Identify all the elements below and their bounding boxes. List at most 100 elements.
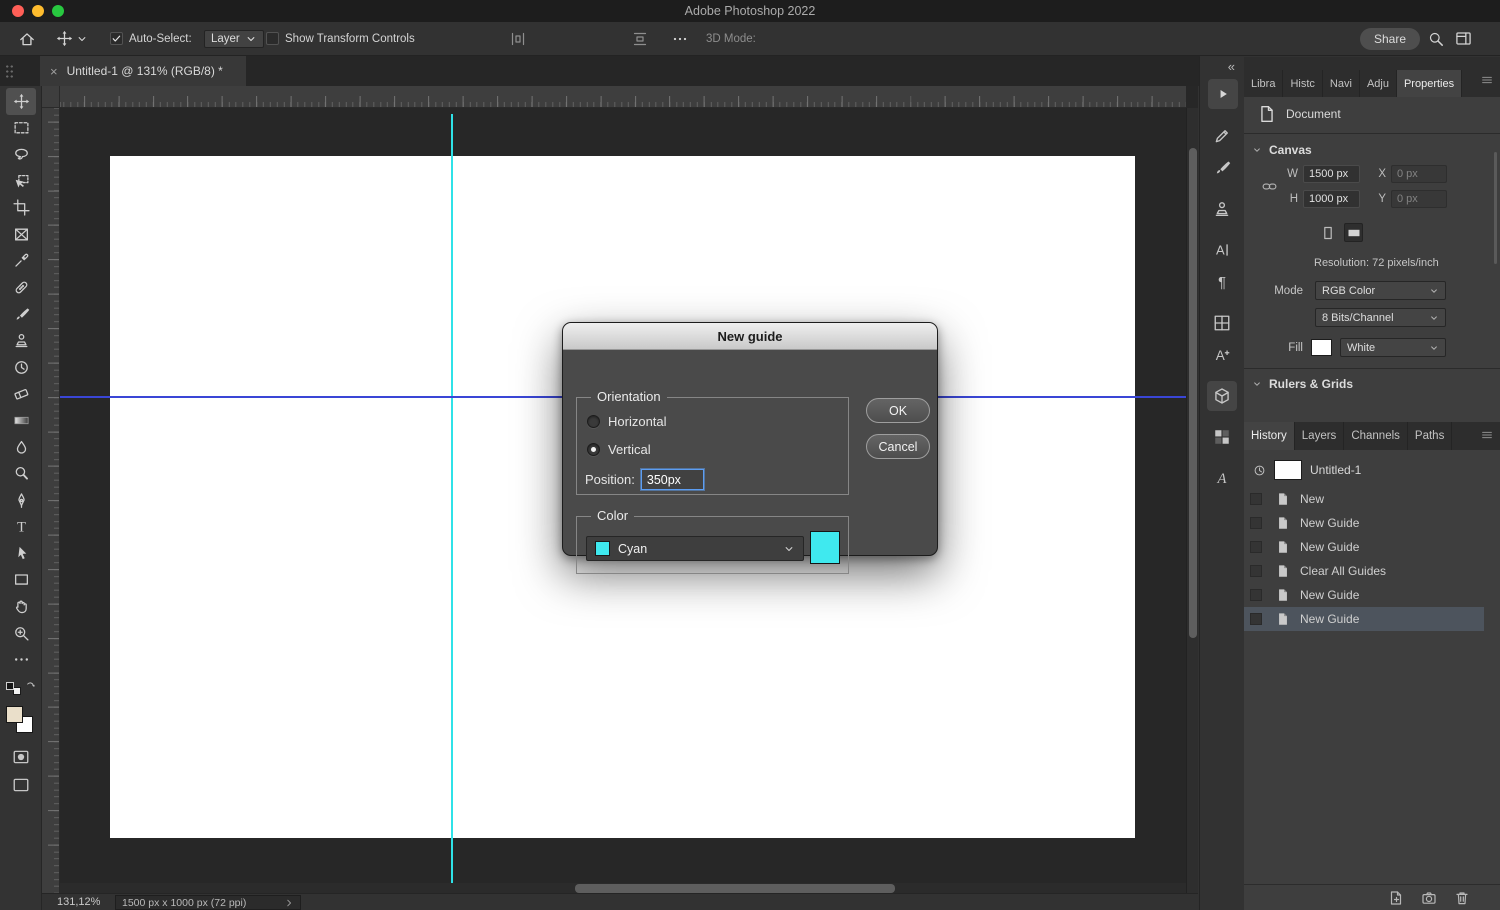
home-icon[interactable] xyxy=(18,30,36,48)
edit-toolbar-button[interactable] xyxy=(6,646,36,673)
link-dimensions-icon[interactable] xyxy=(1262,179,1277,194)
delete-state-icon[interactable] xyxy=(1454,890,1470,906)
brush-settings-panel-icon[interactable] xyxy=(1207,121,1237,151)
panel-menu-icon[interactable] xyxy=(1480,428,1494,442)
history-source-well[interactable] xyxy=(1250,613,1262,625)
paragraph-panel-icon[interactable]: ¶ xyxy=(1207,267,1237,297)
history-state[interactable]: New Guide xyxy=(1244,511,1484,535)
more-options-icon[interactable] xyxy=(672,31,688,47)
show-transform-checkbox[interactable]: Show Transform Controls xyxy=(266,22,415,55)
distribute-vertical-icon[interactable] xyxy=(632,31,648,47)
rectangle-tool[interactable] xyxy=(6,567,36,594)
workspace-switcher-icon[interactable] xyxy=(1455,30,1472,47)
align-top-edges-icon[interactable] xyxy=(546,31,562,47)
lasso-tool[interactable] xyxy=(6,141,36,168)
orientation-vertical-option[interactable]: Vertical xyxy=(587,442,651,457)
horizontal-scrollbar-thumb[interactable] xyxy=(575,884,895,893)
orientation-horizontal-option[interactable]: Horizontal xyxy=(587,414,667,429)
cancel-button[interactable]: Cancel xyxy=(866,434,930,459)
fill-dropdown[interactable]: White xyxy=(1340,338,1446,357)
character-panel-icon[interactable]: A xyxy=(1207,235,1237,265)
history-state[interactable]: New Guide xyxy=(1244,607,1484,631)
vertical-scrollbar[interactable] xyxy=(1186,108,1198,893)
screen-mode-icon[interactable] xyxy=(12,776,30,794)
history-source-well[interactable] xyxy=(1250,541,1262,553)
horizontal-ruler[interactable] xyxy=(60,86,1186,108)
document-info-box[interactable]: 1500 px x 1000 px (72 ppi) xyxy=(115,895,301,910)
vertical-scrollbar-thumb[interactable] xyxy=(1189,148,1197,638)
canvas-section-header[interactable]: Canvas xyxy=(1252,143,1312,157)
panel-menu-icon[interactable] xyxy=(1480,73,1494,87)
history-brush-tool[interactable] xyxy=(6,354,36,381)
properties-scrollbar-thumb[interactable] xyxy=(1494,152,1497,264)
pen-tool[interactable] xyxy=(6,487,36,514)
zoom-window-button[interactable] xyxy=(52,5,64,17)
height-field[interactable]: 1000 px xyxy=(1303,190,1360,208)
ok-button[interactable]: OK xyxy=(866,398,930,423)
collapse-panels-icon[interactable]: « xyxy=(1228,59,1235,74)
history-state[interactable]: New Guide xyxy=(1244,583,1484,607)
new-document-from-state-icon[interactable] xyxy=(1388,890,1404,906)
eraser-tool[interactable] xyxy=(6,381,36,408)
clone-source-panel-icon[interactable] xyxy=(1207,194,1237,224)
gradient-tool[interactable] xyxy=(6,407,36,434)
document-tab[interactable]: × Untitled-1 @ 131% (RGB/8) * xyxy=(40,56,246,86)
align-left-edges-icon[interactable] xyxy=(424,31,440,47)
3d-orbit-icon[interactable] xyxy=(762,31,778,47)
rectangular-marquee-tool[interactable] xyxy=(6,115,36,142)
3d-camera-icon[interactable] xyxy=(866,31,882,47)
blur-tool[interactable] xyxy=(6,434,36,461)
align-horizontal-centers-icon[interactable] xyxy=(450,31,466,47)
eyedropper-tool[interactable] xyxy=(6,248,36,275)
minimize-window-button[interactable] xyxy=(32,5,44,17)
auto-select-checkbox[interactable]: Auto-Select: xyxy=(110,22,192,55)
foreground-color-swatch[interactable] xyxy=(6,706,23,723)
fill-swatch[interactable] xyxy=(1311,339,1332,356)
bit-depth-dropdown[interactable]: 8 Bits/Channel xyxy=(1315,308,1446,327)
radio-unselected-icon[interactable] xyxy=(587,415,600,428)
auto-select-target-dropdown[interactable]: Layer xyxy=(204,30,264,48)
type-tool[interactable]: T xyxy=(6,514,36,541)
history-brush-source-icon[interactable] xyxy=(1253,464,1266,477)
history-source-well[interactable] xyxy=(1250,493,1262,505)
history-source-well[interactable] xyxy=(1250,589,1262,601)
healing-brush-tool[interactable] xyxy=(6,274,36,301)
swap-colors-icon[interactable] xyxy=(24,680,37,693)
hand-tool[interactable] xyxy=(6,593,36,620)
vertical-guide[interactable] xyxy=(451,114,453,890)
vertical-ruler[interactable] xyxy=(42,108,60,893)
history-source-well[interactable] xyxy=(1250,565,1262,577)
3d-pan-icon[interactable] xyxy=(814,31,830,47)
3d-roll-icon[interactable] xyxy=(788,31,804,47)
close-tab-icon[interactable]: × xyxy=(50,65,58,78)
landscape-orientation-button[interactable] xyxy=(1344,223,1363,242)
guide-color-dropdown[interactable]: Cyan xyxy=(586,536,804,561)
object-selection-tool[interactable] xyxy=(6,168,36,195)
dialog-title[interactable]: New guide xyxy=(563,323,937,350)
move-tool[interactable] xyxy=(6,88,36,115)
y-field[interactable]: 0 px xyxy=(1391,190,1447,208)
align-bottom-edges-icon[interactable] xyxy=(598,31,614,47)
crop-tool[interactable] xyxy=(6,194,36,221)
close-window-button[interactable] xyxy=(12,5,24,17)
zoom-indicator[interactable]: 131,12% xyxy=(57,896,100,908)
align-vertical-centers-icon[interactable] xyxy=(572,31,588,47)
path-selection-tool[interactable] xyxy=(6,540,36,567)
clone-stamp-tool[interactable] xyxy=(6,327,36,354)
distribute-horizontal-icon[interactable] xyxy=(510,31,526,47)
actions-panel-button[interactable] xyxy=(1208,79,1238,109)
position-input[interactable] xyxy=(641,469,704,490)
history-source-well[interactable] xyxy=(1250,517,1262,529)
dodge-tool[interactable] xyxy=(6,460,36,487)
quick-mask-icon[interactable] xyxy=(12,748,30,766)
3d-panel-icon[interactable] xyxy=(1207,381,1237,411)
ruler-origin-corner[interactable] xyxy=(42,86,60,108)
current-tool-preset[interactable] xyxy=(56,22,88,55)
history-state[interactable]: New Guide xyxy=(1244,535,1484,559)
color-swatch-large[interactable] xyxy=(810,531,840,564)
brushes-panel-icon[interactable] xyxy=(1207,153,1237,183)
history-state[interactable]: Clear All Guides xyxy=(1244,559,1484,583)
brush-tool[interactable] xyxy=(6,301,36,328)
search-icon[interactable] xyxy=(1428,31,1444,47)
history-snapshot-row[interactable]: Untitled-1 xyxy=(1244,456,1484,484)
